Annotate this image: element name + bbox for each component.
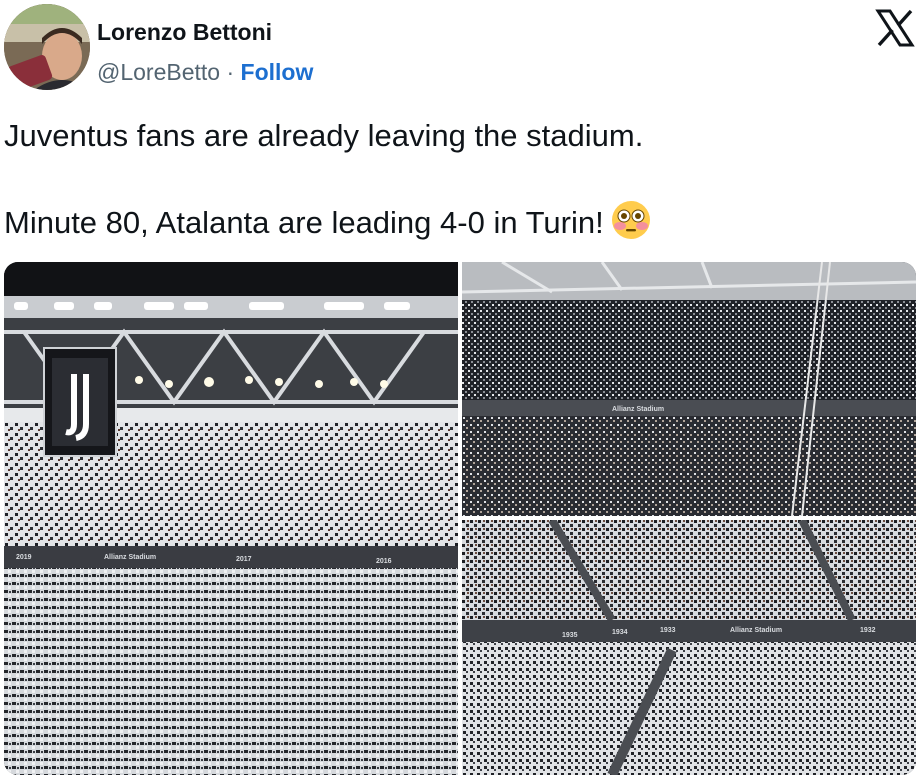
sign-text: Allianz Stadium (730, 627, 782, 634)
sign-text: 1934 (612, 629, 628, 636)
sign-text: 2016 (376, 558, 392, 565)
stadium-photo-2[interactable]: Allianz Stadium 1992 1990 (462, 262, 916, 516)
sign-text: 1933 (660, 627, 676, 634)
display-name[interactable]: Lorenzo Bettoni (97, 18, 313, 46)
x-logo-icon[interactable] (875, 8, 915, 48)
tweet-line-1: Juventus fans are already leaving the st… (4, 118, 644, 153)
flushed-face-icon (610, 199, 652, 251)
sign-text: 1932 (860, 627, 876, 634)
avatar[interactable] (4, 4, 90, 90)
avatar-image (4, 4, 90, 90)
user-info: Lorenzo Bettoni @LoreBetto · Follow (97, 18, 313, 86)
sign-text: Allianz Stadium (104, 554, 156, 561)
handle-row: @LoreBetto · Follow (97, 58, 313, 86)
user-handle[interactable]: @LoreBetto (97, 59, 220, 85)
sign-text: 1935 (562, 632, 578, 639)
media-grid: 2019 Allianz Stadium 2017 2016 Allianz S… (4, 262, 916, 775)
separator-dot: · (226, 59, 235, 85)
sign-text: 2019 (16, 554, 32, 561)
tweet-header: Lorenzo Bettoni @LoreBetto · Follow (4, 4, 915, 92)
tweet-line-2-text: Minute 80, Atalanta are leading 4-0 in T… (4, 205, 604, 241)
sign-text: 2017 (236, 556, 252, 563)
follow-button[interactable]: Follow (241, 59, 314, 85)
tweet-line-2: Minute 80, Atalanta are leading 4-0 in T… (4, 199, 904, 251)
stadium-photo-1[interactable]: 2019 Allianz Stadium 2017 2016 (4, 262, 458, 775)
stadium-photo-3[interactable]: 1935 1934 1933 Allianz Stadium 1932 (462, 520, 916, 775)
sign-text: Allianz Stadium (612, 406, 664, 413)
